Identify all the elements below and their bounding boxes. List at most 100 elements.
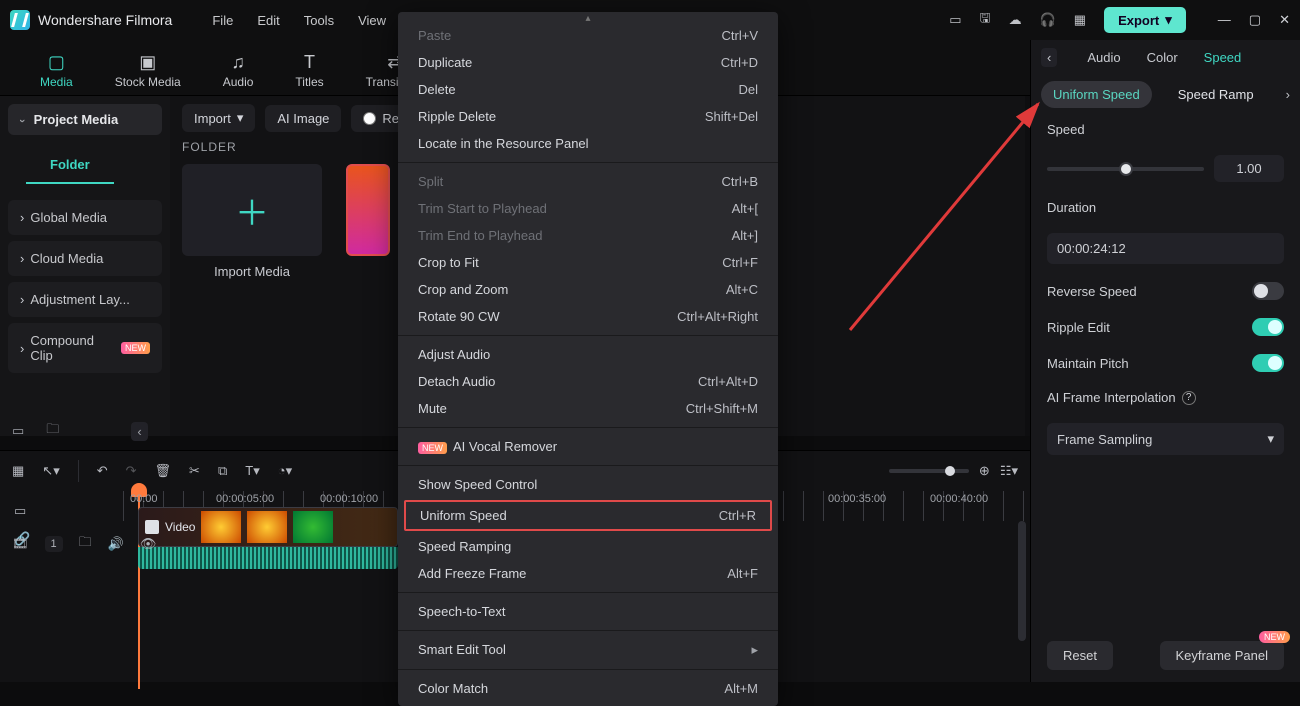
menu-ai-vocal-remover[interactable]: NEWAI Vocal Remover [398,433,778,460]
menu-rotate[interactable]: Rotate 90 CWCtrl+Alt+Right [398,303,778,330]
zoom-in-icon[interactable]: ⊕ [979,463,990,479]
tab-media[interactable]: ▢Media [40,52,73,89]
close-icon[interactable]: ✕ [1279,12,1290,28]
import-media-tile[interactable]: ＋ Import Media [182,164,322,279]
tab-audio[interactable]: ♫Audio [223,52,254,89]
menu-locate[interactable]: Locate in the Resource Panel [398,130,778,157]
sidebar-item-adjustment-layer[interactable]: Adjustment Lay... [8,282,162,317]
chevron-right-icon [20,341,24,356]
tab-titles[interactable]: TTitles [295,52,323,89]
menu-uniform-speed[interactable]: Uniform SpeedCtrl+R [404,500,772,531]
track-visibility-icon[interactable]: 👁 [140,536,157,552]
panel-back-icon[interactable]: ‹ [1041,48,1057,67]
sidebar-item-global-media[interactable]: Global Media [8,200,162,235]
track-mute-icon[interactable]: 🗀 [79,533,92,555]
slider-knob[interactable] [1119,162,1133,176]
ripple-edit-label: Ripple Edit [1047,320,1110,335]
menu-mute[interactable]: MuteCtrl+Shift+M [398,395,778,422]
menu-file[interactable]: File [212,13,233,28]
delete-icon[interactable]: 🗑 [155,463,172,479]
cursor-tool-icon[interactable]: ↖▾ [42,463,59,479]
track-video-icon[interactable]: 🎞 [12,536,29,552]
tab-stock-media[interactable]: ▣Stock Media [115,52,181,89]
menu-detach-audio[interactable]: Detach AudioCtrl+Alt+D [398,368,778,395]
folder-tab[interactable]: Folder [26,147,114,184]
new-badge: NEW [1259,631,1290,643]
zoom-slider[interactable] [889,469,969,473]
frame-interp-select[interactable]: Frame Sampling ▾ [1047,423,1284,455]
sidebar-item-cloud-media[interactable]: Cloud Media [8,241,162,276]
reverse-speed-toggle[interactable] [1252,282,1284,300]
crop-icon[interactable]: ⧉ [218,463,227,479]
timeline-clip[interactable]: Video [138,507,398,547]
tab-speed[interactable]: Speed [1204,50,1242,65]
timeline-view-icon[interactable]: ▭ [14,503,30,519]
subtab-uniform-speed[interactable]: Uniform Speed [1041,81,1152,108]
menu-duplicate[interactable]: DuplicateCtrl+D [398,49,778,76]
text-icon[interactable]: T▾ [245,463,259,479]
submenu-arrow-icon: ▸ [751,642,758,658]
maximize-icon[interactable]: ▢ [1249,12,1261,28]
ai-image-button[interactable]: AI Image [265,105,341,132]
chevron-right-icon [20,210,24,225]
auto-ripple-icon[interactable]: ▦ [12,463,24,479]
menu-speech-to-text[interactable]: Speech-to-Text [398,598,778,625]
import-button[interactable]: Import▾ [182,104,255,132]
video-thumbnail-icon [346,164,390,256]
timeline-scrollbar[interactable] [1018,521,1026,641]
speed-value[interactable]: 1.00 [1214,155,1284,182]
redo-icon[interactable]: ↷ [126,463,137,479]
play-indicator-icon [145,520,159,534]
ripple-edit-toggle[interactable] [1252,318,1284,336]
support-icon[interactable]: 🎧 [1040,12,1056,28]
keyframe-panel-button[interactable]: Keyframe Panel NEW [1160,641,1285,670]
record-radio[interactable] [363,112,376,125]
chevron-down-icon [20,112,28,127]
menu-add-freeze-frame[interactable]: Add Freeze FrameAlt+F [398,560,778,587]
menu-speed-ramping[interactable]: Speed Ramping [398,533,778,560]
sidebar-item-compound-clip[interactable]: Compound ClipNEW [8,323,162,373]
menu-ripple-delete[interactable]: Ripple DeleteShift+Del [398,103,778,130]
minimize-icon[interactable]: — [1218,12,1231,28]
track-number: 1 [45,536,63,552]
export-label: Export [1118,13,1159,28]
menu-adjust-audio[interactable]: Adjust Audio [398,341,778,368]
chevron-right-icon [20,251,24,266]
export-button[interactable]: Export ▾ [1104,7,1186,33]
folder-icon[interactable]: 🗀 [46,420,59,442]
menu-view[interactable]: View [358,13,386,28]
menu-show-speed-control[interactable]: Show Speed Control [398,471,778,498]
speed-slider[interactable] [1047,167,1204,171]
subtab-speed-ramp[interactable]: Speed Ramp [1166,81,1266,108]
track-volume-icon[interactable]: 🔊 [108,536,124,552]
clip-audio-waveform[interactable] [138,547,398,569]
cloud-icon[interactable]: ☁ [1009,12,1022,28]
project-media-header[interactable]: Project Media [8,104,162,135]
undo-icon[interactable]: ↶ [97,463,108,479]
media-icon: ▢ [48,52,65,73]
apps-icon[interactable]: ▦ [1074,12,1086,28]
scroll-right-icon[interactable]: › [1286,87,1290,102]
clip-thumbnail [293,511,333,543]
menu-delete[interactable]: DeleteDel [398,76,778,103]
menu-color-match[interactable]: Color MatchAlt+M [398,675,778,702]
menu-tools[interactable]: Tools [304,13,334,28]
save-icon[interactable]: 🖫 [980,9,991,31]
layout-icon[interactable]: ▭ [949,12,961,28]
view-options-icon[interactable]: ☷▾ [1000,463,1018,479]
menu-crop-zoom[interactable]: Crop and ZoomAlt+C [398,276,778,303]
menu-edit[interactable]: Edit [257,13,279,28]
menu-crop-fit[interactable]: Crop to FitCtrl+F [398,249,778,276]
split-icon[interactable]: ✂ [189,463,200,479]
speed-tool-icon[interactable]: ◔▾ [278,463,292,479]
collapse-sidebar-icon[interactable]: ‹ [131,422,147,441]
sidebar-bottom-icons: ▭ 🗀 ‹ [12,420,148,442]
menu-smart-edit-tool[interactable]: Smart Edit Tool▸ [398,636,778,664]
tab-color[interactable]: Color [1147,50,1178,65]
reset-button[interactable]: Reset [1047,641,1113,670]
bin-icon[interactable]: ▭ [12,423,24,439]
duration-value[interactable]: 00:00:24:12 [1047,233,1284,264]
maintain-pitch-toggle[interactable] [1252,354,1284,372]
info-icon[interactable]: ? [1182,391,1196,405]
tab-audio[interactable]: Audio [1087,50,1120,65]
